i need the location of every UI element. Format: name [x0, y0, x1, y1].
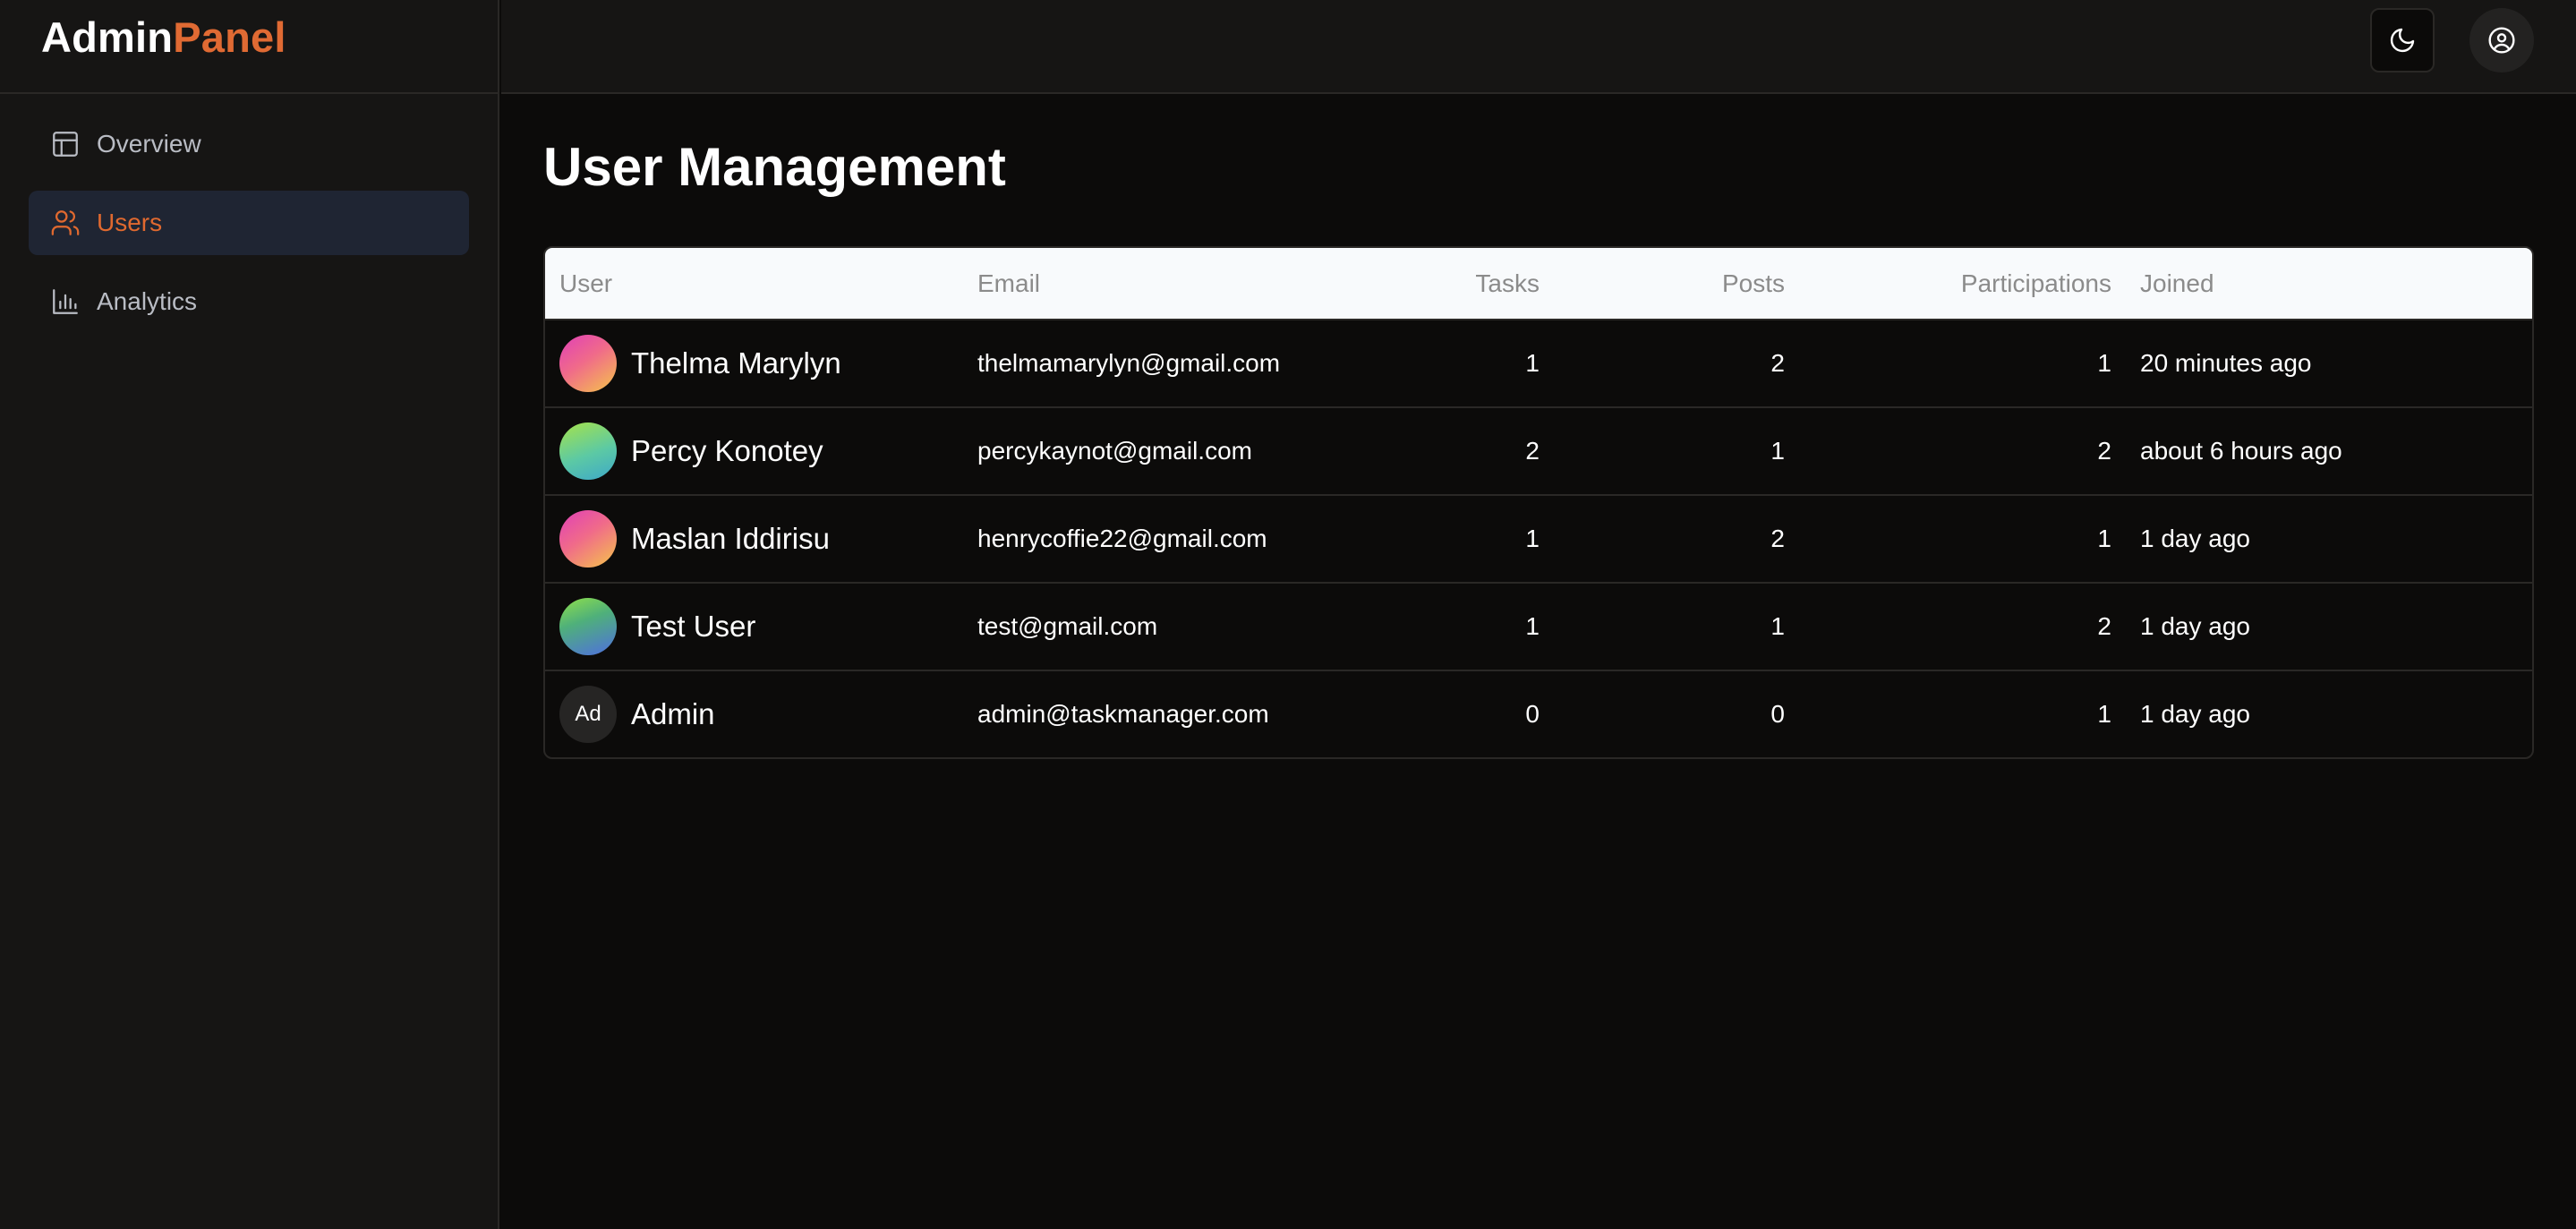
email-cell: test@gmail.com	[977, 612, 1158, 640]
brand-logo[interactable]: AdminPanel	[0, 0, 498, 94]
sidebar-nav: Overview Users Analytics	[0, 112, 498, 334]
sidebar-item-users[interactable]: Users	[29, 191, 469, 255]
email-cell: henrycoffie22@gmail.com	[977, 525, 1267, 552]
sidebar-item-label: Overview	[97, 130, 201, 158]
table-row[interactable]: Percy Konotey percykaynot@gmail.com 2 1 …	[545, 406, 2532, 494]
joined-cell: 1 day ago	[2140, 612, 2250, 640]
sidebar: AdminPanel Overview Users Analytics	[0, 0, 499, 1229]
moon-icon	[2388, 26, 2417, 55]
user-circle-icon	[2487, 26, 2516, 55]
email-cell: thelmamarylyn@gmail.com	[977, 349, 1281, 377]
user-cell: Percy Konotey	[545, 422, 977, 480]
column-header-posts[interactable]: Posts	[1540, 269, 1785, 298]
column-header-tasks[interactable]: Tasks	[1362, 269, 1540, 298]
column-header-email[interactable]: Email	[977, 269, 1362, 298]
posts-cell: 1	[1770, 437, 1785, 465]
avatar	[559, 598, 617, 655]
user-name: Maslan Iddirisu	[631, 522, 830, 555]
table-row[interactable]: Thelma Marylyn thelmamarylyn@gmail.com 1…	[545, 319, 2532, 406]
tasks-cell: 0	[1525, 700, 1540, 728]
theme-toggle-button[interactable]	[2370, 8, 2435, 73]
posts-cell: 2	[1770, 525, 1785, 552]
participations-cell: 1	[2097, 700, 2111, 728]
tasks-cell: 1	[1525, 612, 1540, 640]
sidebar-item-label: Users	[97, 209, 163, 236]
user-cell: Ad Admin	[545, 686, 977, 743]
table-row[interactable]: Test User test@gmail.com 1 1 2 1 day ago	[545, 582, 2532, 670]
user-cell: Thelma Marylyn	[545, 335, 977, 392]
avatar	[559, 335, 617, 392]
avatar	[559, 422, 617, 480]
joined-cell: about 6 hours ago	[2140, 437, 2342, 465]
participations-cell: 1	[2097, 349, 2111, 377]
tasks-cell: 1	[1525, 349, 1540, 377]
participations-cell: 1	[2097, 525, 2111, 552]
joined-cell: 20 minutes ago	[2140, 349, 2312, 377]
email-cell: admin@taskmanager.com	[977, 700, 1269, 728]
posts-cell: 1	[1770, 612, 1785, 640]
participations-cell: 2	[2097, 612, 2111, 640]
joined-cell: 1 day ago	[2140, 525, 2250, 552]
user-name: Thelma Marylyn	[631, 346, 841, 380]
sidebar-item-overview[interactable]: Overview	[29, 112, 469, 176]
page-title: User Management	[543, 137, 1006, 197]
brand-text-panel: Panel	[173, 13, 286, 61]
user-name: Test User	[631, 610, 756, 643]
users-icon	[50, 208, 81, 238]
users-table: User Email Tasks Posts Participations Jo…	[543, 246, 2534, 759]
layout-icon	[50, 129, 81, 159]
user-name: Admin	[631, 697, 715, 730]
participations-cell: 2	[2097, 437, 2111, 465]
bar-chart-icon	[50, 286, 81, 317]
table-row[interactable]: Ad Admin admin@taskmanager.com 0 0 1 1 d…	[545, 670, 2532, 757]
joined-cell: 1 day ago	[2140, 700, 2250, 728]
user-menu-button[interactable]	[2469, 8, 2534, 73]
sidebar-item-label: Analytics	[97, 287, 198, 315]
tasks-cell: 1	[1525, 525, 1540, 552]
table-row[interactable]: Maslan Iddirisu henrycoffie22@gmail.com …	[545, 494, 2532, 582]
tasks-cell: 2	[1525, 437, 1540, 465]
column-header-user[interactable]: User	[545, 269, 977, 298]
user-cell: Test User	[545, 598, 977, 655]
brand-text-admin: Admin	[41, 13, 174, 61]
column-header-joined[interactable]: Joined	[2111, 269, 2532, 298]
table-header: User Email Tasks Posts Participations Jo…	[545, 248, 2532, 319]
posts-cell: 2	[1770, 349, 1785, 377]
column-header-participations[interactable]: Participations	[1785, 269, 2111, 298]
user-cell: Maslan Iddirisu	[545, 510, 977, 568]
avatar: Ad	[559, 686, 617, 743]
top-bar	[501, 0, 2576, 94]
posts-cell: 0	[1770, 700, 1785, 728]
email-cell: percykaynot@gmail.com	[977, 437, 1252, 465]
sidebar-item-analytics[interactable]: Analytics	[29, 269, 469, 334]
avatar	[559, 510, 617, 568]
user-name: Percy Konotey	[631, 434, 823, 467]
